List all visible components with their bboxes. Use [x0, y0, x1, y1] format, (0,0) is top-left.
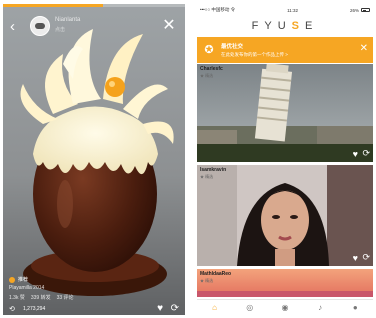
repeat-icon[interactable]: ⟳: [362, 252, 370, 263]
heart-icon[interactable]: ♥: [157, 303, 163, 314]
clock-label: 11:32: [287, 7, 299, 13]
chocolate-egg-photo: [3, 4, 185, 315]
post-stats: 1.3k 赞 339 转发 33 评论: [9, 294, 74, 301]
feed-card[interactable]: MathldaaReo ★ 精选: [197, 269, 373, 297]
category-dot-icon: [9, 276, 15, 283]
user-subtitle: 点击: [55, 27, 66, 33]
battery-icon: [361, 8, 370, 12]
category-row: 推荐: [9, 276, 28, 283]
logo-text-highlight: S: [291, 20, 305, 32]
fyuse-logo-icon: ⟲: [9, 306, 15, 313]
likes-count[interactable]: 1.3k 赞: [9, 294, 25, 301]
portrait-photo: [197, 165, 373, 266]
feed-card[interactable]: Charlesfc ★ 精选 ♥ ⟳: [197, 64, 373, 162]
logo-text-start: FYU: [251, 20, 292, 32]
back-arrow-icon[interactable]: ‹: [10, 19, 24, 34]
screenshot-pair: ‹ Nianlanta 点击 ✕ 推荐 Playamilla 2014 1.3k…: [0, 0, 376, 318]
feed-screen: •••○○ 中国移动 令 11:32 26% FYU S E ✪ 最优社交 在此处发…: [197, 4, 373, 315]
carrier-label: •••○○ 中国移动 令: [200, 7, 236, 12]
banner-title: 最优社交: [221, 44, 244, 50]
playback-progress: [3, 4, 185, 7]
camera-icon[interactable]: ◉: [278, 303, 292, 312]
view-count: 1,273,294: [23, 306, 46, 312]
avatar[interactable]: [30, 16, 50, 36]
bottom-tab-bar: ⌂ ◎ ◉ ♪ ●: [197, 299, 373, 315]
viewer-screen: ‹ Nianlanta 点击 ✕ 推荐 Playamilla 2014 1.3k…: [3, 4, 185, 315]
banner-subtitle[interactable]: 在此处发布你的第一个作品上传 >: [221, 52, 288, 58]
battery-percent: 26%: [349, 7, 359, 13]
status-bar: •••○○ 中国移动 令 11:32 26%: [197, 4, 373, 16]
heart-icon[interactable]: ♥: [353, 253, 358, 263]
pisa-photo: [197, 64, 373, 162]
card-username[interactable]: Charlesfc: [200, 66, 223, 72]
card-tag: ★ 精选: [200, 278, 214, 283]
feed-card[interactable]: Isamkravin ★ 精选 ♥ ⟳: [197, 165, 373, 266]
close-icon[interactable]: ✕: [360, 44, 368, 54]
playback-progress-fill: [3, 4, 104, 7]
category-label: 推荐: [18, 277, 29, 283]
profile-icon[interactable]: ●: [348, 303, 362, 312]
bell-icon[interactable]: ♪: [313, 303, 327, 312]
logo-text-end: E: [305, 20, 319, 32]
close-icon[interactable]: ✕: [161, 18, 177, 34]
post-caption: Playamilla 2014: [9, 285, 45, 291]
compass-icon[interactable]: ◎: [243, 303, 257, 312]
card-username[interactable]: MathldaaReo: [200, 271, 231, 277]
heart-icon[interactable]: ♥: [353, 149, 358, 159]
repeat-icon[interactable]: ⟳: [171, 303, 179, 314]
repeat-icon[interactable]: ⟳: [362, 148, 370, 159]
comments-count[interactable]: 33 评论: [57, 294, 74, 301]
card-username[interactable]: Isamkravin: [200, 167, 226, 173]
reposts-count[interactable]: 339 转发: [31, 294, 51, 301]
user-name[interactable]: Nianlanta: [55, 17, 80, 23]
card-tag: ★ 精选: [200, 174, 214, 179]
banner-text: 最优社交 在此处发布你的第一个作品上传 >: [221, 42, 288, 58]
home-icon[interactable]: ⌂: [208, 303, 222, 312]
card-tag: ★ 精选: [200, 73, 214, 78]
status-right: 26%: [350, 8, 370, 13]
badge-icon: ✪: [204, 44, 214, 56]
app-logo: FYU S E: [197, 16, 373, 36]
promo-banner[interactable]: ✪ 最优社交 在此处发布你的第一个作品上传 > ✕: [197, 37, 373, 63]
